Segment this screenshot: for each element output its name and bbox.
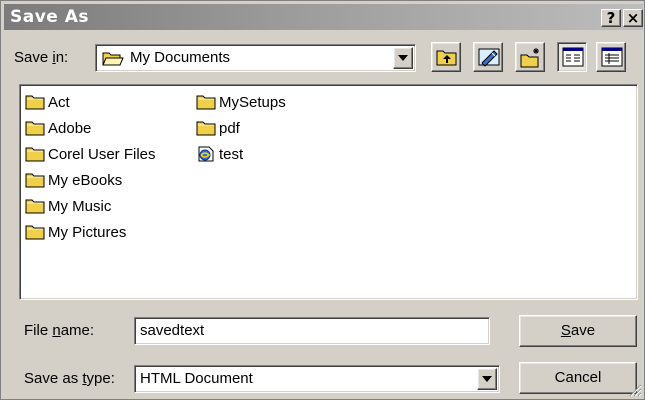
- list-item[interactable]: MySetups: [196, 91, 286, 113]
- save-as-type-label: Save as type:: [24, 370, 115, 387]
- list-view-button[interactable]: [557, 42, 587, 72]
- file-name: test: [219, 145, 244, 163]
- details-view-icon: [601, 47, 623, 67]
- save-label-rest: ave: [570, 322, 596, 339]
- new-folder-icon: [520, 48, 539, 68]
- save-in-label-suffix: n:: [55, 49, 69, 66]
- save-in-value: My Documents: [130, 49, 231, 66]
- up-one-level-button[interactable]: [431, 42, 461, 72]
- window-title: Save As: [10, 7, 90, 27]
- list-item[interactable]: My Music: [25, 195, 111, 217]
- file-list[interactable]: Act Adobe Corel User Files My eBooks My …: [19, 84, 638, 300]
- folder-icon: [25, 173, 45, 188]
- save-hotkey: S: [560, 322, 571, 339]
- file-name-label-prefix: File: [24, 322, 53, 339]
- save-as-type-combo[interactable]: HTML Document: [134, 365, 500, 393]
- file-name-label: File name:: [24, 322, 94, 339]
- list-item[interactable]: Corel User Files: [25, 143, 156, 165]
- folder-icon: [196, 95, 216, 110]
- folder-icon: [25, 147, 45, 162]
- save-button[interactable]: Save: [519, 315, 637, 347]
- file-name: Act: [48, 93, 70, 111]
- details-view-button[interactable]: [596, 42, 626, 72]
- file-name: pdf: [219, 119, 240, 137]
- list-item[interactable]: Adobe: [25, 117, 91, 139]
- save-as-dialog: Save As ? × Save in: My Documents Act Ad…: [0, 0, 645, 400]
- title-bar[interactable]: Save As ? ×: [4, 4, 643, 30]
- file-name: Adobe: [48, 119, 92, 137]
- file-name: My Pictures: [48, 223, 127, 241]
- folder-icon: [25, 121, 45, 136]
- folder-icon: [25, 199, 45, 214]
- chevron-down-icon: [482, 376, 492, 382]
- file-name: My eBooks: [48, 171, 123, 189]
- save-as-type-label-prefix: Save as: [24, 370, 83, 387]
- desktop-icon: [478, 48, 500, 67]
- list-view-icon: [562, 47, 584, 67]
- folder-icon: [25, 225, 45, 240]
- file-name: My Music: [48, 197, 112, 215]
- file-name-input[interactable]: savedtext: [134, 317, 490, 345]
- folder-icon: [196, 121, 216, 136]
- file-name-value: savedtext: [140, 322, 205, 339]
- list-item[interactable]: Act: [25, 91, 70, 113]
- resize-grip-icon[interactable]: [628, 383, 642, 397]
- file-name: Corel User Files: [48, 145, 156, 163]
- cancel-button[interactable]: Cancel: [519, 362, 637, 394]
- help-button[interactable]: ?: [601, 9, 621, 27]
- save-in-combo[interactable]: My Documents: [95, 44, 416, 72]
- close-button[interactable]: ×: [623, 9, 643, 27]
- desktop-button[interactable]: [473, 42, 503, 72]
- save-in-dropdown-button[interactable]: [393, 47, 413, 69]
- list-item[interactable]: My Pictures: [25, 221, 126, 243]
- list-item[interactable]: My eBooks: [25, 169, 122, 191]
- file-name: MySetups: [219, 93, 286, 111]
- save-as-type-dropdown-button[interactable]: [477, 368, 497, 390]
- folder-icon: [25, 95, 45, 110]
- save-in-label-prefix: Save: [14, 49, 53, 66]
- up-folder-icon: [436, 50, 457, 66]
- chevron-down-icon: [398, 55, 408, 61]
- list-item[interactable]: test: [196, 143, 243, 165]
- list-item[interactable]: pdf: [196, 117, 240, 139]
- save-as-type-value: HTML Document: [140, 370, 253, 387]
- file-name-label-suffix: ame:: [60, 322, 95, 339]
- file-name-label-hotkey: n: [52, 322, 61, 339]
- open-folder-icon: [102, 52, 124, 66]
- save-in-label: Save in:: [14, 49, 68, 66]
- html-file-icon: [198, 146, 214, 162]
- new-folder-button[interactable]: [515, 42, 545, 72]
- save-as-type-label-suffix: ype:: [86, 370, 115, 387]
